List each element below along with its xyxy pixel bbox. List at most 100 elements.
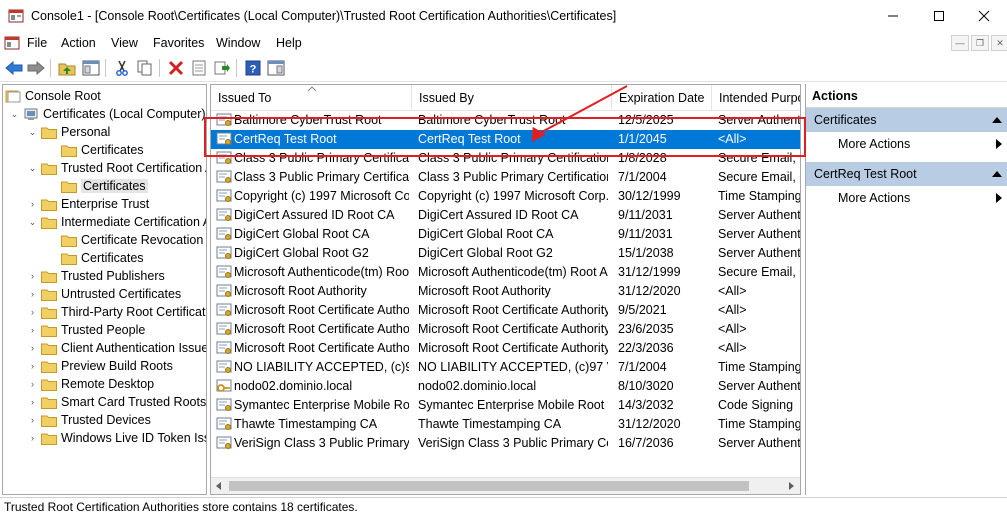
table-row[interactable]: Microsoft Root Authority Microsoft Root A… <box>211 282 800 301</box>
table-row[interactable]: VeriSign Class 3 Public Primary Certific… <box>211 434 800 453</box>
toolbar: ? <box>0 54 1007 82</box>
cut-button[interactable] <box>112 58 132 78</box>
more-actions-certreq-test-root[interactable]: More Actions <box>806 187 1007 209</box>
copy-button[interactable] <box>135 58 155 78</box>
tree-item-label: Certificates <box>81 179 148 193</box>
menu-action[interactable]: Action <box>61 36 96 50</box>
menu-file[interactable]: File <box>27 36 47 50</box>
collapsed-chevron-icon[interactable]: › <box>27 195 38 213</box>
table-row[interactable]: Microsoft Authenticode(tm) Root Authorit… <box>211 263 800 282</box>
table-row[interactable]: CertReq Test Root CertReq Test Root 1/1/20… <box>211 130 800 149</box>
table-row[interactable]: DigiCert Global Root CA DigiCert Global R… <box>211 225 800 244</box>
table-row[interactable]: Thawte Timestamping CA Thawte Timestampin… <box>211 415 800 434</box>
table-row[interactable]: Class 3 Public Primary Certification Aut… <box>211 149 800 168</box>
table-row[interactable]: NO LIABILITY ACCEPTED, (c)97 VeriSign, I… <box>211 358 800 377</box>
collapsed-chevron-icon[interactable]: › <box>27 393 38 411</box>
collapsed-chevron-icon[interactable]: › <box>27 411 38 429</box>
collapsed-chevron-icon[interactable]: › <box>27 375 38 393</box>
cell-expiration-date: 14/3/2032 <box>618 398 674 412</box>
menu-favorites[interactable]: Favorites <box>153 36 204 50</box>
column-expiration-date[interactable]: Expiration Date <box>612 85 712 111</box>
column-intended-purposes[interactable]: Intended Purposes <box>712 85 800 111</box>
mdi-minimize-button[interactable]: — <box>951 35 969 51</box>
mdi-restore-button[interactable]: ❐ <box>971 35 989 51</box>
forward-button[interactable] <box>26 58 46 78</box>
tree-item[interactable]: › Remote Desktop <box>27 375 154 393</box>
show-hide-tree-button[interactable] <box>81 58 101 78</box>
collapsed-chevron-icon[interactable]: › <box>27 267 38 285</box>
expanded-chevron-icon[interactable]: ⌄ <box>27 213 38 231</box>
menu-view[interactable]: View <box>111 36 138 50</box>
expanded-chevron-icon[interactable]: ⌄ <box>27 123 38 141</box>
more-actions-certificates[interactable]: More Actions <box>806 133 1007 155</box>
export-list-button[interactable] <box>212 58 232 78</box>
expanded-chevron-icon[interactable]: ⌄ <box>27 159 38 177</box>
cell-intended-purposes: <All> <box>718 341 747 355</box>
menu-help[interactable]: Help <box>276 36 302 50</box>
collapsed-chevron-icon[interactable]: › <box>27 303 38 321</box>
certificate-icon <box>216 170 232 183</box>
tree-item[interactable]: Certificates <box>47 249 144 267</box>
table-row[interactable]: Copyright (c) 1997 Microsoft Corp. Copyri… <box>211 187 800 206</box>
properties-button[interactable] <box>189 58 209 78</box>
back-button[interactable] <box>4 58 24 78</box>
collapsed-chevron-icon[interactable]: › <box>27 285 38 303</box>
tree-item[interactable]: ⌄ Certificates (Local Computer) <box>9 105 206 123</box>
action-section-certificates[interactable]: Certificates <box>806 108 1007 132</box>
table-row[interactable]: Baltimore CyberTrust Root Baltimore Cyber… <box>211 111 800 130</box>
tree-item[interactable]: Certificate Revocation List <box>47 231 206 249</box>
scroll-right-icon[interactable] <box>787 482 795 490</box>
table-row[interactable]: DigiCert Global Root G2 DigiCert Global R… <box>211 244 800 263</box>
collapse-arrow-icon[interactable] <box>992 171 1002 177</box>
maximize-button[interactable] <box>916 0 962 32</box>
tree-item[interactable]: Console Root <box>5 87 101 105</box>
tree-item[interactable]: › Trusted Publishers <box>27 267 165 285</box>
delete-button[interactable] <box>166 58 186 78</box>
table-row[interactable]: Class 3 Public Primary Certification Aut… <box>211 168 800 187</box>
collapse-arrow-icon[interactable] <box>992 117 1002 123</box>
menu-window[interactable]: Window <box>216 36 260 50</box>
scroll-left-icon[interactable] <box>215 482 223 490</box>
tree-item[interactable]: › Third-Party Root Certification Authorit… <box>27 303 206 321</box>
tree-item[interactable]: › Trusted People <box>27 321 145 339</box>
expanded-chevron-icon[interactable]: ⌄ <box>9 105 20 123</box>
tree-item[interactable]: › Client Authentication Issuers <box>27 339 206 357</box>
horizontal-scrollbar[interactable] <box>211 477 800 494</box>
tree-item[interactable]: › Smart Card Trusted Roots <box>27 393 206 411</box>
table-row[interactable]: Microsoft Root Certificate Authority 201… <box>211 339 800 358</box>
tree-item-label: Trusted Devices <box>61 413 151 427</box>
tree-item[interactable]: › Trusted Devices <box>27 411 151 429</box>
up-level-button[interactable] <box>57 58 77 78</box>
table-row[interactable]: Symantec Enterprise Mobile Root for Micr… <box>211 396 800 415</box>
tree-item[interactable]: › Preview Build Roots <box>27 357 173 375</box>
collapsed-chevron-icon[interactable]: › <box>27 321 38 339</box>
action-section-certreq-test-root[interactable]: CertReq Test Root <box>806 162 1007 186</box>
table-row[interactable]: Microsoft Root Certificate Authority 201… <box>211 320 800 339</box>
column-issued-by[interactable]: Issued By <box>412 85 612 111</box>
collapsed-chevron-icon[interactable]: › <box>27 357 38 375</box>
tree-item[interactable]: ⌄ Trusted Root Certification Authorities <box>27 159 206 177</box>
tree-item-label: Third-Party Root Certification Authoriti… <box>61 305 206 319</box>
tree-item[interactable]: ⌄ Personal <box>27 123 111 141</box>
cell-expiration-date: 22/3/2036 <box>618 341 674 355</box>
collapsed-chevron-icon[interactable]: › <box>27 339 38 357</box>
tree-item[interactable]: › Windows Live ID Token Issuer <box>27 429 206 447</box>
tree-item[interactable]: Certificates <box>47 141 144 159</box>
mdi-close-button[interactable]: ✕ <box>991 35 1007 51</box>
tree-item[interactable]: ⌄ Intermediate Certification Authorities <box>27 213 206 231</box>
tree-item[interactable]: › Enterprise Trust <box>27 195 149 213</box>
console-menu-icon[interactable] <box>4 35 20 51</box>
collapsed-chevron-icon[interactable]: › <box>27 429 38 447</box>
minimize-button[interactable] <box>870 0 916 32</box>
tree-item[interactable]: Certificates <box>47 177 148 195</box>
close-button[interactable] <box>961 0 1007 32</box>
table-row[interactable]: Microsoft Root Certificate Authority Micr… <box>211 301 800 320</box>
table-row[interactable]: nodo02.dominio.local nodo02.dominio.local… <box>211 377 800 396</box>
horizontal-scroll-thumb[interactable] <box>229 481 749 491</box>
tree-item[interactable]: › Untrusted Certificates <box>27 285 181 303</box>
show-hide-action-pane-button[interactable] <box>266 58 286 78</box>
table-row[interactable]: DigiCert Assured ID Root CA DigiCert Assu… <box>211 206 800 225</box>
cell-issued-by: Symantec Enterprise Mobile Root for Micr… <box>418 398 608 412</box>
help-button[interactable]: ? <box>243 58 263 78</box>
